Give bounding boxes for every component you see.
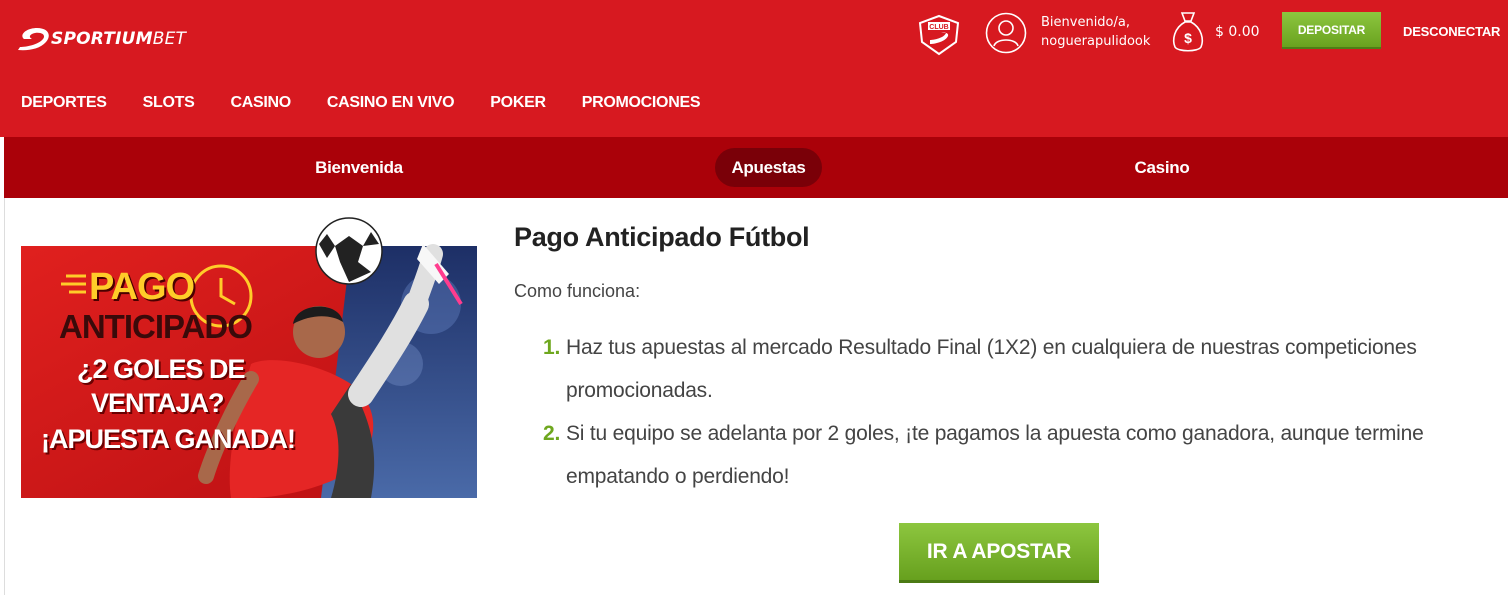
username: noguerapulidook (1041, 34, 1151, 49)
nav-deportes[interactable]: DEPORTES (21, 94, 107, 112)
nav-promociones[interactable]: PROMOCIONES (582, 94, 701, 112)
logo-swoosh-icon (18, 28, 49, 51)
user-avatar-icon[interactable] (985, 12, 1027, 54)
step-number: 2. (543, 422, 561, 445)
logo-text-light: BET (152, 29, 187, 49)
nav-poker[interactable]: POKER (490, 94, 546, 112)
list-item: 2. Si tu equipo se adelanta por 2 goles,… (543, 412, 1493, 498)
banner-tagline: ¡APUESTA GANADA! (41, 424, 296, 454)
deposit-button[interactable]: DEPOSITAR (1282, 12, 1381, 47)
banner-title-anticipado: ANTICIPADO (59, 308, 253, 345)
welcome-greeting: Bienvenido/a, (1041, 15, 1130, 30)
step-number: 1. (543, 336, 561, 359)
list-item: 1. Haz tus apuestas al mercado Resultado… (543, 326, 1493, 412)
site-header: SPORTIUMBET CLUB Bienvenido/a, noguerapu… (0, 0, 1508, 137)
promo-subtitle: Como funciona: (514, 281, 641, 301)
go-to-bet-button[interactable]: IR A APOSTAR (899, 523, 1099, 580)
logout-link[interactable]: DESCONECTAR (1403, 24, 1500, 39)
promo-title: Pago Anticipado Fútbol (514, 222, 810, 252)
tab-casino[interactable]: Casino (1104, 148, 1220, 187)
step-text: Haz tus apuestas al mercado Resultado Fi… (566, 336, 1417, 402)
club-badge-icon[interactable]: CLUB (916, 14, 962, 56)
sportiumbet-logo[interactable]: SPORTIUMBET (16, 24, 186, 54)
tab-apuestas[interactable]: Apuestas (715, 148, 822, 187)
account-balance: $ 0.00 (1215, 24, 1260, 40)
nav-casino-en-vivo[interactable]: CASINO EN VIVO (327, 94, 455, 112)
welcome-message: Bienvenido/a, noguerapulidook (1041, 13, 1153, 51)
svg-text:$: $ (1184, 30, 1192, 46)
banner-question-line1: ¿2 GOLES DE (77, 354, 246, 384)
main-navigation: DEPORTES SLOTS CASINO CASINO EN VIVO POK… (21, 94, 736, 112)
promo-banner: PAGO ANTICIPADO ¿2 GOLES DE VENTAJA? ¡AP… (21, 214, 477, 498)
content-left-border (4, 198, 5, 595)
step-text: Si tu equipo se adelanta por 2 goles, ¡t… (566, 422, 1424, 488)
banner-question-line2: VENTAJA? (91, 388, 225, 418)
nav-casino[interactable]: CASINO (230, 94, 291, 112)
nav-slots[interactable]: SLOTS (143, 94, 195, 112)
promo-category-tabs: Bienvenida Apuestas Casino (4, 137, 1508, 198)
logo-text-bold: SPORTIUM (51, 29, 153, 49)
promo-steps: 1. Haz tus apuestas al mercado Resultado… (543, 326, 1493, 498)
banner-title-pago: PAGO (89, 266, 195, 308)
money-bag-icon[interactable]: $ (1170, 10, 1206, 54)
tab-bienvenida[interactable]: Bienvenida (294, 148, 424, 187)
club-badge-label: CLUB (929, 24, 948, 31)
